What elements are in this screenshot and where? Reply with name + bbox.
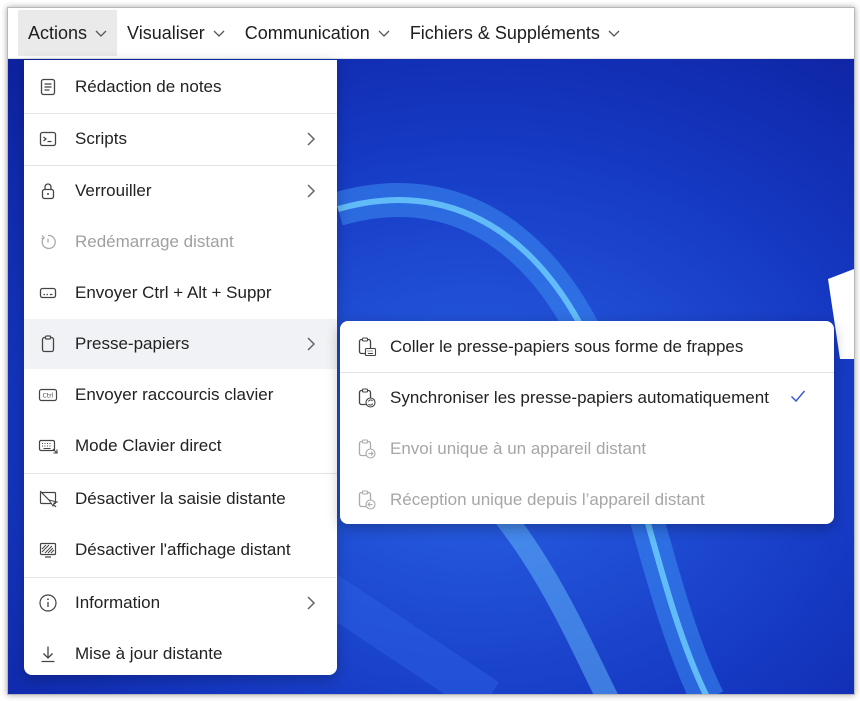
menu-communication[interactable]: Communication xyxy=(235,10,400,56)
menu-item-label: Redémarrage distant xyxy=(75,232,234,251)
chevron-down-icon xyxy=(213,30,225,37)
menu-item-raccourcis-clavier[interactable]: Ctrl Envoyer raccourcis clavier xyxy=(24,370,337,420)
menu-item-label: Désactiver l'affichage distant xyxy=(75,540,291,559)
keyboard-key-icon xyxy=(39,287,57,299)
menu-item-mise-a-jour-distante[interactable]: Mise à jour distante xyxy=(24,629,337,679)
menu-item-label: Mode Clavier direct xyxy=(75,436,222,455)
menu-fichiers-label: Fichiers & Suppléments xyxy=(409,22,600,43)
menu-item-presse-papiers[interactable]: Presse-papiers xyxy=(24,319,337,369)
menu-item-label: Envoyer raccourcis clavier xyxy=(75,385,274,404)
clipboard-send-icon xyxy=(358,439,376,459)
menu-visualiser[interactable]: Visualiser xyxy=(117,10,235,56)
menu-item-desactiver-saisie[interactable]: Désactiver la saisie distante xyxy=(24,474,337,524)
lock-icon xyxy=(41,183,55,200)
chevron-right-icon xyxy=(307,132,316,146)
menu-item-redaction-notes[interactable]: Rédaction de notes xyxy=(24,62,337,112)
clipboard-submenu: Coller le presse-papiers sous forme de f… xyxy=(340,321,834,524)
clipboard-icon xyxy=(41,335,55,353)
remote-session-window: Actions Visualiser Communication Fichier… xyxy=(7,7,855,695)
chevron-right-icon xyxy=(307,184,316,198)
menu-communication-label: Communication xyxy=(244,22,370,43)
keyboard-icon xyxy=(38,439,58,454)
menu-item-label: Désactiver la saisie distante xyxy=(75,489,286,508)
menu-item-scripts[interactable]: Scripts xyxy=(24,114,337,164)
terminal-icon xyxy=(39,131,57,147)
clipboard-receive-icon xyxy=(358,490,376,510)
menu-item-label: Information xyxy=(75,593,161,612)
submenu-item-reception-unique: Réception unique depuis l’appareil dista… xyxy=(340,475,834,525)
menu-item-label: Rédaction de notes xyxy=(75,77,222,96)
chevron-right-icon xyxy=(307,596,316,610)
chevron-down-icon xyxy=(95,30,107,37)
notes-icon xyxy=(40,78,56,96)
menu-item-redemarrage-distant: Redémarrage distant xyxy=(24,217,337,267)
menu-fichiers-supplements[interactable]: Fichiers & Suppléments xyxy=(400,10,630,56)
submenu-item-envoi-unique: Envoi unique à un appareil distant xyxy=(340,424,834,474)
menu-item-label: Presse-papiers xyxy=(75,334,190,353)
menu-bar: Actions Visualiser Communication Fichier… xyxy=(8,8,854,59)
menu-item-label: Verrouiller xyxy=(75,181,152,200)
actions-dropdown-menu: Rédaction de notes Scripts Verrouiller R… xyxy=(24,60,337,675)
svg-text:Ctrl: Ctrl xyxy=(43,393,54,400)
menu-item-information[interactable]: Information xyxy=(24,578,337,628)
menu-actions[interactable]: Actions xyxy=(18,10,118,56)
submenu-item-synchroniser[interactable]: Synchroniser les presse-papiers automati… xyxy=(340,373,834,423)
submenu-item-label: Envoi unique à un appareil distant xyxy=(390,439,647,458)
menu-item-mode-clavier-direct[interactable]: Mode Clavier direct xyxy=(24,421,337,471)
chevron-down-icon xyxy=(378,30,390,37)
menu-actions-label: Actions xyxy=(28,22,88,43)
ctrl-key-icon: Ctrl xyxy=(38,388,58,402)
menu-item-label: Mise à jour distante xyxy=(75,644,223,663)
menu-item-ctrl-alt-suppr[interactable]: Envoyer Ctrl + Alt + Suppr xyxy=(24,268,337,318)
disable-input-icon xyxy=(39,490,58,508)
menu-item-label: Envoyer Ctrl + Alt + Suppr xyxy=(75,283,272,302)
chevron-right-icon xyxy=(307,337,316,351)
submenu-item-label: Coller le presse-papiers sous forme de f… xyxy=(390,337,744,356)
restart-icon xyxy=(41,234,56,250)
checkmark-icon xyxy=(790,390,806,403)
submenu-item-coller-frappes[interactable]: Coller le presse-papiers sous forme de f… xyxy=(340,322,834,372)
disable-display-icon xyxy=(39,542,57,558)
menu-item-verrouiller[interactable]: Verrouiller xyxy=(24,166,337,216)
chevron-down-icon xyxy=(608,30,620,37)
submenu-item-label: Synchroniser les presse-papiers automati… xyxy=(390,388,769,407)
menu-visualiser-label: Visualiser xyxy=(127,22,205,43)
download-icon xyxy=(41,646,55,663)
menu-item-label: Scripts xyxy=(75,129,127,148)
submenu-item-label: Réception unique depuis l’appareil dista… xyxy=(390,490,705,509)
clipboard-keyboard-icon xyxy=(358,337,377,357)
clipboard-sync-icon xyxy=(358,388,376,408)
info-icon xyxy=(39,594,57,612)
menu-item-desactiver-affichage[interactable]: Désactiver l'affichage distant xyxy=(24,525,337,575)
